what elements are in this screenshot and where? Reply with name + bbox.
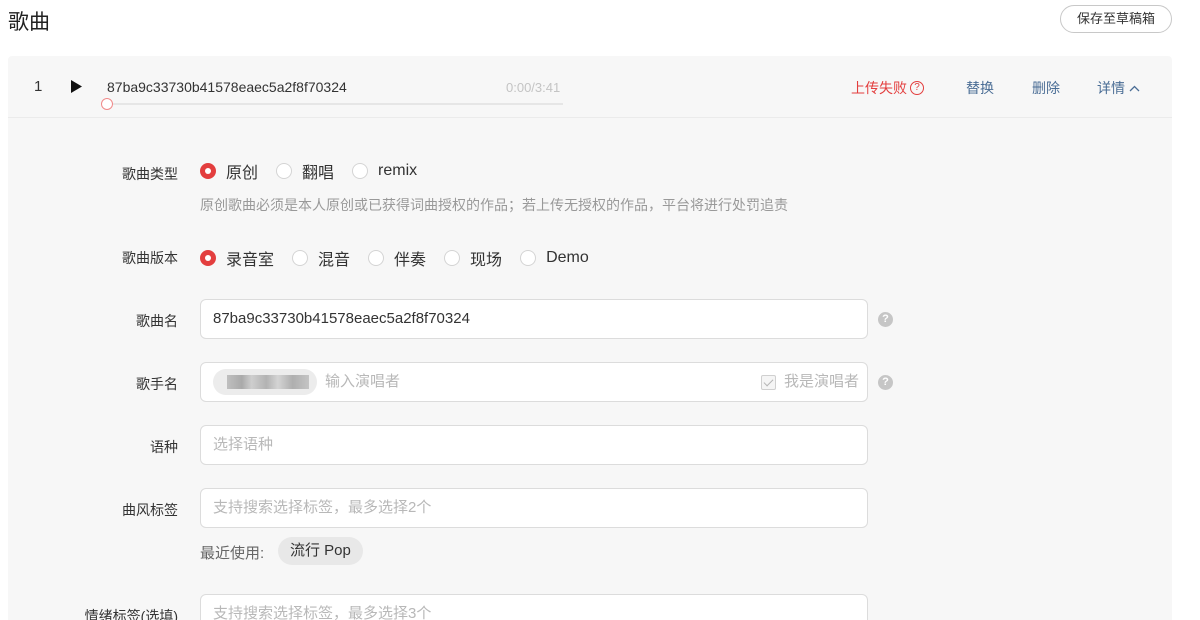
song-row: 1 87ba9c33730b41578eaec5a2f8f70324 0:00/… xyxy=(8,56,1172,118)
mood-placeholder: 支持搜索选择标签，最多选择3个 xyxy=(213,605,432,620)
language-select[interactable]: 选择语种 xyxy=(200,425,868,465)
radio-unchecked-icon xyxy=(444,250,461,266)
song-type-option-remix[interactable]: remix xyxy=(352,162,417,180)
save-draft-button[interactable]: 保存至草稿箱 xyxy=(1060,5,1172,33)
artist-chip[interactable] xyxy=(213,369,317,395)
upload-status-text: 上传失败 xyxy=(851,80,907,96)
upload-status: 上传失败 ? xyxy=(851,78,924,98)
song-version-option-remix[interactable]: 混音 xyxy=(292,246,350,270)
song-index: 1 xyxy=(34,78,43,95)
radio-label: 混音 xyxy=(318,252,351,269)
song-upload-page: 歌曲 保存至草稿箱 1 87ba9c33730b41578eaec5a2f8f7… xyxy=(0,0,1200,620)
genre-placeholder: 支持搜索选择标签，最多选择2个 xyxy=(213,499,432,516)
radio-label: 翻唱 xyxy=(302,165,335,182)
radio-label: Demo xyxy=(546,249,589,266)
song-type-radio-group: 原创 翻唱 remix xyxy=(200,159,435,183)
song-version-label: 歌曲版本 xyxy=(122,250,178,266)
song-version-radio-group: 录音室 混音 伴奏 现场 Demo xyxy=(200,246,607,270)
song-type-option-cover[interactable]: 翻唱 xyxy=(276,159,334,183)
radio-checked-icon xyxy=(200,250,216,266)
artist-input[interactable]: 输入演唱者 我是演唱者 xyxy=(200,362,868,402)
genre-input[interactable]: 支持搜索选择标签，最多选择2个 xyxy=(200,488,868,528)
song-type-option-original[interactable]: 原创 xyxy=(200,159,258,183)
checkbox-checked-icon xyxy=(760,374,776,390)
song-version-option-studio[interactable]: 录音室 xyxy=(200,246,274,270)
song-version-option-demo[interactable]: Demo xyxy=(520,249,589,267)
help-icon[interactable]: ? xyxy=(878,312,893,327)
details-label: 详情 xyxy=(1097,80,1125,96)
radio-unchecked-icon xyxy=(352,163,369,179)
progress-track[interactable] xyxy=(107,103,563,105)
song-panel: 1 87ba9c33730b41578eaec5a2f8f70324 0:00/… xyxy=(8,56,1172,620)
recent-tag-pop[interactable]: 流行 Pop xyxy=(278,537,363,565)
language-placeholder: 选择语种 xyxy=(213,436,274,453)
delete-button[interactable]: 删除 xyxy=(1032,78,1060,98)
progress-handle[interactable] xyxy=(101,98,113,110)
language-label: 语种 xyxy=(150,439,178,455)
song-time: 0:00/3:41 xyxy=(506,80,561,95)
radio-label: 录音室 xyxy=(226,252,275,269)
song-version-option-live[interactable]: 现场 xyxy=(444,246,502,270)
play-icon[interactable] xyxy=(70,80,82,93)
radio-unchecked-icon xyxy=(368,250,385,266)
artist-label: 歌手名 xyxy=(136,376,178,392)
song-type-label: 歌曲类型 xyxy=(122,166,178,182)
radio-unchecked-icon xyxy=(520,250,537,266)
radio-label: 原创 xyxy=(226,165,259,182)
details-toggle[interactable]: 详情 xyxy=(1097,78,1140,98)
genre-label: 曲风标签 xyxy=(122,502,178,518)
song-filename: 87ba9c33730b41578eaec5a2f8f70324 xyxy=(107,79,347,95)
song-type-hint: 原创歌曲必须是本人原创或已获得词曲授权的作品；若上传无授权的作品，平台将进行处罚… xyxy=(200,197,788,213)
recent-tags-label: 最近使用: xyxy=(200,545,265,562)
chevron-up-icon xyxy=(1129,85,1140,91)
mood-input[interactable]: 支持搜索选择标签，最多选择3个 xyxy=(200,594,868,620)
song-version-option-instrumental[interactable]: 伴奏 xyxy=(368,246,426,270)
mood-label: 情绪标签(选填) xyxy=(84,608,178,620)
artist-name-redacted xyxy=(227,375,309,389)
radio-label: 现场 xyxy=(470,252,503,269)
artist-placeholder: 输入演唱者 xyxy=(325,373,401,390)
radio-unchecked-icon xyxy=(292,250,309,266)
song-name-input[interactable]: 87ba9c33730b41578eaec5a2f8f70324 xyxy=(200,299,868,339)
radio-label: remix xyxy=(378,162,418,179)
radio-unchecked-icon xyxy=(276,163,293,179)
radio-checked-icon xyxy=(200,163,216,179)
help-icon[interactable]: ? xyxy=(910,81,924,95)
help-icon[interactable]: ? xyxy=(878,375,893,390)
self-singer-checkbox[interactable]: 我是演唱者 xyxy=(760,363,859,401)
page-title: 歌曲 xyxy=(8,11,50,34)
song-name-value: 87ba9c33730b41578eaec5a2f8f70324 xyxy=(213,310,470,327)
radio-label: 伴奏 xyxy=(394,252,427,269)
replace-button[interactable]: 替换 xyxy=(966,78,994,98)
self-singer-label: 我是演唱者 xyxy=(783,373,859,390)
song-name-label: 歌曲名 xyxy=(136,313,178,329)
